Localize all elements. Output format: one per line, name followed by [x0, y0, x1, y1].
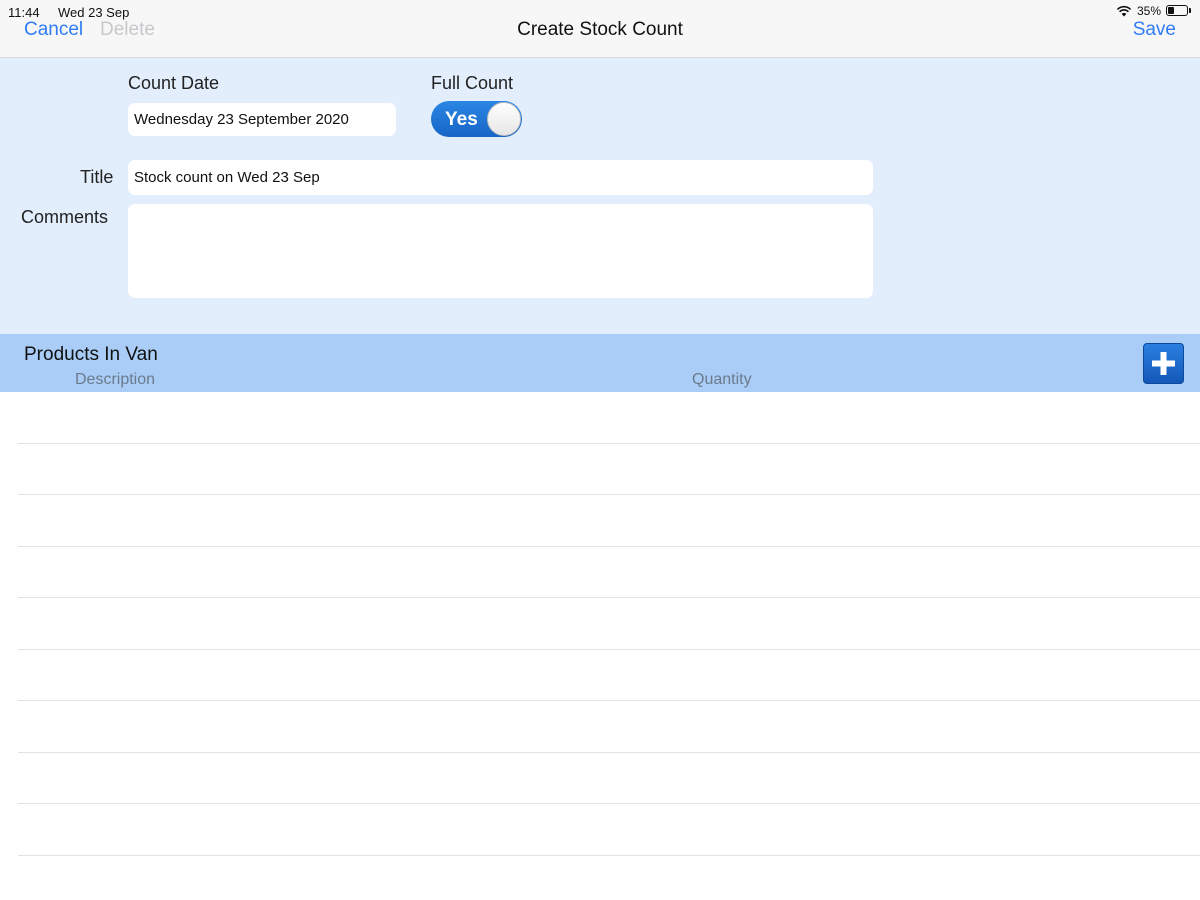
wifi-icon — [1116, 5, 1132, 17]
title-label: Title — [80, 167, 114, 187]
full-count-toggle[interactable]: Yes — [431, 101, 522, 137]
products-section-title: Products In Van — [24, 344, 158, 365]
navigation-bar: 11:44 Wed 23 Sep 35% Cancel Delete Creat… — [0, 0, 1200, 58]
list-item[interactable] — [18, 650, 1200, 701]
battery-icon — [1166, 5, 1192, 17]
products-section-header: Products In Van Description Quantity — [0, 334, 1200, 392]
status-date: Wed 23 Sep — [58, 5, 130, 20]
page-title: Create Stock Count — [517, 19, 683, 40]
count-date-label: Count Date — [128, 73, 220, 93]
list-item[interactable] — [18, 701, 1200, 753]
status-time: 11:44 — [8, 5, 40, 20]
toggle-state-label: Yes — [445, 109, 478, 130]
comments-textarea[interactable] — [128, 204, 873, 298]
quantity-column-header: Quantity — [692, 371, 752, 388]
battery-percent: 35% — [1136, 4, 1161, 18]
comments-label: Comments — [21, 207, 109, 227]
list-item[interactable] — [18, 392, 1200, 444]
list-item[interactable] — [18, 804, 1200, 856]
title-input[interactable]: Stock count on Wed 23 Sep — [128, 160, 873, 195]
plus-icon — [1152, 352, 1175, 375]
list-item[interactable] — [18, 547, 1200, 598]
description-column-header: Description — [75, 371, 156, 388]
products-list — [18, 392, 1200, 856]
save-button[interactable]: Save — [1133, 19, 1176, 41]
status-indicators: 35% — [1116, 4, 1192, 18]
list-item[interactable] — [18, 444, 1200, 495]
list-item[interactable] — [18, 753, 1200, 804]
add-product-button[interactable] — [1143, 343, 1184, 384]
count-date-field[interactable]: Wednesday 23 September 2020 — [128, 103, 396, 136]
list-item[interactable] — [18, 598, 1200, 650]
full-count-label: Full Count — [431, 73, 514, 93]
toggle-knob — [487, 102, 521, 136]
list-item[interactable] — [18, 495, 1200, 547]
